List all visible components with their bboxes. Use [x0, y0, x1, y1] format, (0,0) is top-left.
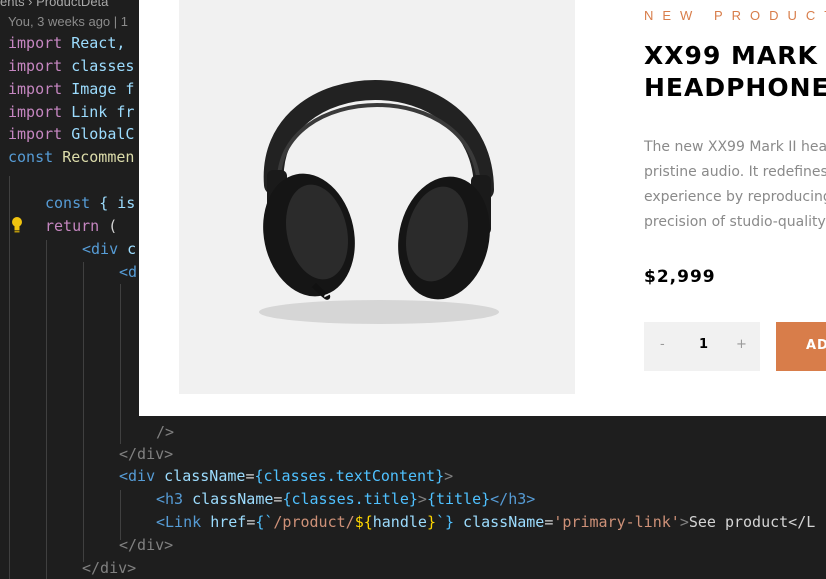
code-line-6[interactable]: const Recommen [8, 146, 134, 168]
product-title-line-1: XX99 MARK I [644, 41, 826, 70]
product-image [179, 0, 575, 394]
headphones-image [259, 80, 499, 324]
add-to-cart-label: AD [806, 338, 826, 353]
code-line-16[interactable]: </div> [119, 534, 173, 556]
code-line-12[interactable]: </div> [119, 443, 173, 465]
code-line-1[interactable]: import React, [8, 32, 125, 54]
breadcrumb[interactable]: ents › ProductDeta [0, 0, 108, 10]
decrement-button[interactable]: - [660, 337, 665, 352]
code-line-7[interactable]: const { is [45, 192, 135, 214]
increment-button[interactable]: + [736, 337, 747, 352]
product-preview-window: NEW PRODUCT XX99 MARK I HEADPHONES The n… [139, 0, 826, 416]
add-to-cart-button[interactable]: AD [776, 322, 826, 371]
product-title: XX99 MARK I HEADPHONES [644, 40, 826, 104]
code-line-14[interactable]: <h3 className={classes.title}>{title}</h… [156, 488, 535, 510]
new-product-label: NEW PRODUCT [644, 8, 826, 23]
indent-guide [46, 240, 47, 579]
code-line-5[interactable]: import GlobalC [8, 123, 134, 145]
indent-guide [120, 284, 121, 444]
code-line-8[interactable]: return ( [45, 215, 117, 237]
code-line-15[interactable]: <Link href={`/product/${handle}`} classN… [156, 511, 815, 533]
quantity-value: 1 [699, 337, 709, 352]
lightbulb-icon[interactable] [11, 216, 23, 234]
indent-guide [9, 176, 10, 579]
quantity-stepper[interactable]: - 1 + [644, 322, 760, 371]
indent-guide [120, 490, 121, 540]
git-blame-annotation: You, 3 weeks ago | 1 [8, 14, 128, 29]
code-line-11[interactable]: /> [156, 421, 174, 443]
product-price: $2,999 [644, 267, 716, 287]
code-line-2[interactable]: import classes [8, 55, 134, 77]
indent-guide [83, 262, 84, 562]
product-description: The new XX99 Mark II head pristine audio… [644, 139, 826, 230]
code-line-10[interactable]: <d [119, 261, 137, 283]
code-line-17[interactable]: </div> [82, 557, 136, 579]
code-line-4[interactable]: import Link fr [8, 101, 134, 123]
code-line-13[interactable]: <div className={classes.textContent}> [119, 465, 453, 487]
code-line-9[interactable]: <div c [82, 238, 136, 260]
code-line-3[interactable]: import Image f [8, 78, 134, 100]
product-title-line-2: HEADPHONES [644, 73, 826, 102]
